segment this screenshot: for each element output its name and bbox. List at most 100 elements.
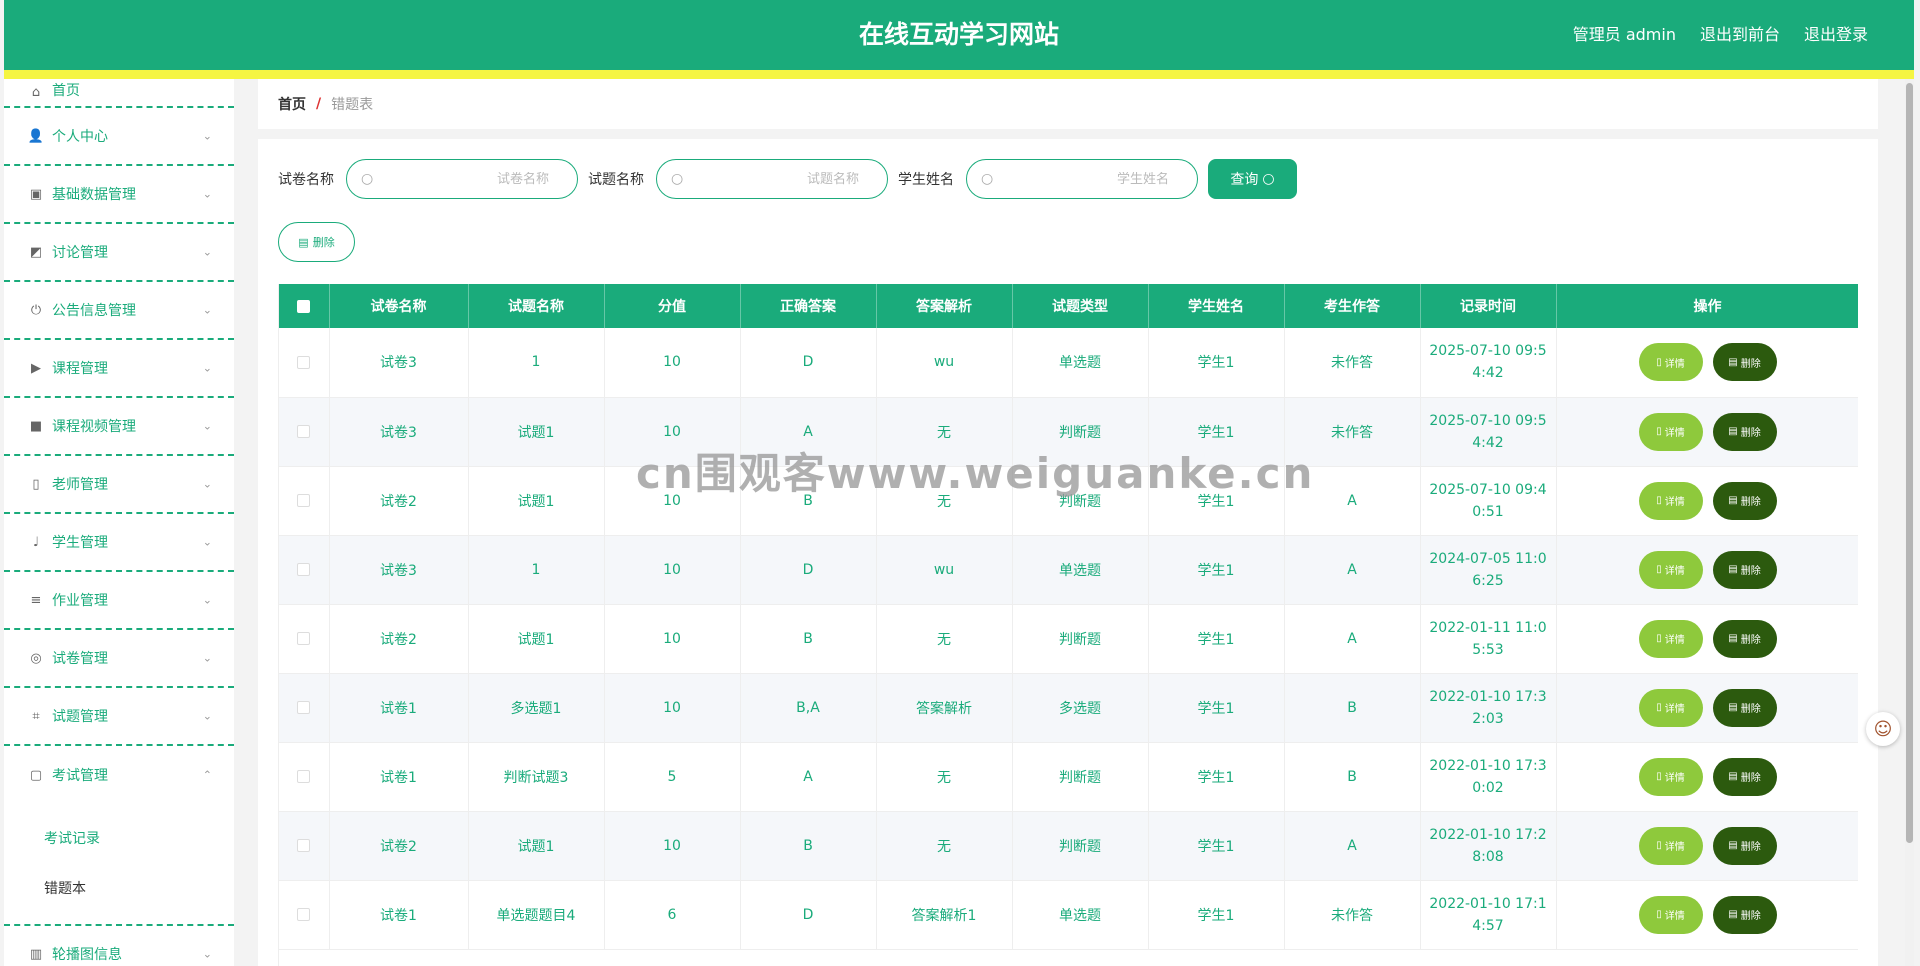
sidebar-item-basic-data[interactable]: ▣ 基础数据管理 ⌄ xyxy=(4,166,234,224)
breadcrumb-separator: / xyxy=(316,96,322,112)
user-icon: 👤 xyxy=(27,128,45,144)
table-cell-paper: 试卷2 xyxy=(329,604,469,674)
chevron-up-icon: ⌃ xyxy=(202,768,212,782)
column-header[interactable]: 学生姓名 xyxy=(1148,284,1285,328)
student-name-input[interactable] xyxy=(993,171,1183,187)
sidebar-item-paper[interactable]: ◎ 试卷管理 ⌄ xyxy=(4,630,234,688)
sidebar-item-question[interactable]: ⌗ 试题管理 ⌄ xyxy=(4,688,234,746)
delete-button[interactable]: ▤ 删除 xyxy=(1712,619,1777,658)
sidebar-item-label: 首页 xyxy=(52,83,80,99)
detail-button[interactable]: ▯ 详情 xyxy=(1638,412,1703,451)
sidebar-item-discussion[interactable]: ◩ 讨论管理 ⌄ xyxy=(4,224,234,282)
header-accent-bar xyxy=(4,70,1914,79)
delete-button[interactable]: ▤ 删除 xyxy=(1712,688,1777,727)
sidebar-item-announcement[interactable]: ⏻ 公告信息管理 ⌄ xyxy=(4,282,234,340)
table-cell-answer: B xyxy=(740,604,877,674)
column-header[interactable]: 考生作答 xyxy=(1284,284,1421,328)
column-header[interactable]: 记录时间 xyxy=(1420,284,1557,328)
delete-button[interactable]: ▤ 删除 xyxy=(1712,481,1777,520)
table-cell-question: 单选题题目4 xyxy=(468,880,605,950)
submenu-item-wrong-questions[interactable]: 错题本 xyxy=(4,864,234,914)
sidebar-item-exam[interactable]: ▢ 考试管理 ⌃ xyxy=(4,746,234,804)
sidebar-item-teacher[interactable]: ▯ 老师管理 ⌄ xyxy=(4,456,234,514)
detail-button[interactable]: ▯ 详情 xyxy=(1638,550,1703,589)
row-checkbox[interactable] xyxy=(297,770,311,783)
trash-icon: ▤ xyxy=(1728,426,1738,437)
row-actions-cell: ▯ 详情 ▤ 删除 xyxy=(1556,328,1858,398)
sidebar-item-label: 课程管理 xyxy=(52,361,108,377)
sidebar-item-label: 作业管理 xyxy=(52,593,108,609)
search-form: 试卷名称 ○ 试题名称 ○ 学生姓名 ○ 查询 ○ xyxy=(278,159,1297,199)
select-all-checkbox[interactable] xyxy=(297,299,311,313)
column-header[interactable]: 试卷名称 xyxy=(329,284,469,328)
logout-link[interactable]: 退出登录 xyxy=(1804,0,1868,70)
detail-button[interactable]: ▯ 详情 xyxy=(1638,757,1703,796)
sidebar-item-personal-center[interactable]: 👤 个人中心 ⌄ xyxy=(4,108,234,166)
detail-button-label: 详情 xyxy=(1664,497,1685,508)
delete-button[interactable]: ▤ 删除 xyxy=(1712,550,1777,589)
column-header[interactable]: 试题名称 xyxy=(468,284,605,328)
table-cell-question: 判断试题3 xyxy=(468,742,605,812)
detail-button-label: 详情 xyxy=(1664,842,1685,853)
detail-button[interactable]: ▯ 详情 xyxy=(1638,619,1703,658)
admin-user-link[interactable]: 管理员 admin xyxy=(1573,0,1676,70)
table-header-row: 试卷名称 试题名称 分值 正确答案 答案解析 试题类型 学生姓名 考生作答 记录… xyxy=(279,284,1858,328)
row-checkbox[interactable] xyxy=(297,425,311,438)
row-checkbox[interactable] xyxy=(297,839,311,852)
delete-button-label: 删除 xyxy=(1740,566,1761,577)
chevron-down-icon: ⌄ xyxy=(202,245,212,259)
table-cell-time: 2025-07-10 09:5 4:42 xyxy=(1420,328,1557,398)
delete-button[interactable]: ▤ 删除 xyxy=(1712,757,1777,796)
sidebar-item-course[interactable]: ▶ 课程管理 ⌄ xyxy=(4,340,234,398)
row-checkbox[interactable] xyxy=(297,563,311,576)
table-cell-paper: 试卷3 xyxy=(329,328,469,398)
column-header[interactable]: 正确答案 xyxy=(740,284,877,328)
table-cell-paper: 试卷2 xyxy=(329,811,469,881)
detail-button[interactable]: ▯ 详情 xyxy=(1638,481,1703,520)
table-row: 试卷1 判断试题3 5 A 无判断题 学生1 B 2022-01-10 17:3 0:02 ▯ 详… xyxy=(279,742,1858,812)
row-checkbox[interactable] xyxy=(297,494,311,507)
detail-button[interactable]: ▯ 详情 xyxy=(1638,895,1703,934)
scrollbar-thumb[interactable] xyxy=(1906,83,1913,843)
sidebar-item-home[interactable]: ⌂ 首页 xyxy=(4,79,234,108)
select-all-cell xyxy=(279,284,330,328)
header-nav: 管理员 admin 退出到前台 退出登录 xyxy=(1573,0,1868,70)
row-select-cell xyxy=(279,673,330,743)
sidebar-item-course-video[interactable]: ■ 课程视频管理 ⌄ xyxy=(4,398,234,456)
page-scrollbar[interactable] xyxy=(1905,79,1914,966)
trash-icon: ▤ xyxy=(1728,356,1738,368)
question-name-input[interactable] xyxy=(683,171,873,187)
column-header[interactable]: 试题类型 xyxy=(1012,284,1149,328)
row-checkbox[interactable] xyxy=(297,355,311,369)
batch-delete-button[interactable]: ▤ 删除 xyxy=(278,222,355,262)
breadcrumb-home[interactable]: 首页 xyxy=(278,94,306,114)
detail-button[interactable]: ▯ 详情 xyxy=(1638,826,1703,865)
delete-button[interactable]: ▤ 删除 xyxy=(1712,895,1777,934)
sidebar-item-label: 学生管理 xyxy=(52,535,108,551)
row-checkbox[interactable] xyxy=(297,701,311,714)
delete-button[interactable]: ▤ 删除 xyxy=(1712,343,1777,382)
detail-button[interactable]: ▯ 详情 xyxy=(1638,688,1703,727)
chevron-down-icon: ⌄ xyxy=(202,419,212,433)
query-button[interactable]: 查询 ○ xyxy=(1208,159,1297,199)
assistant-avatar[interactable]: ☺ xyxy=(1866,712,1900,746)
delete-button[interactable]: ▤ 删除 xyxy=(1712,826,1777,865)
exit-to-front-link[interactable]: 退出到前台 xyxy=(1700,0,1780,70)
detail-button[interactable]: ▯ 详情 xyxy=(1638,343,1703,382)
detail-button-label: 详情 xyxy=(1664,358,1685,370)
delete-button[interactable]: ▤ 删除 xyxy=(1712,412,1777,451)
table-cell-answer: B xyxy=(740,466,877,536)
paper-name-input[interactable] xyxy=(373,171,563,187)
table-cell-analysis: 无 xyxy=(876,604,1013,674)
submenu-item-exam-records[interactable]: 考试记录 xyxy=(4,814,234,864)
table-cell-student: 学生1 xyxy=(1148,604,1285,674)
column-header[interactable]: 答案解析 xyxy=(876,284,1013,328)
table-cell-answer: D xyxy=(740,328,877,398)
row-checkbox[interactable] xyxy=(297,632,311,645)
sidebar-item-carousel[interactable]: ▥ 轮播图信息 ⌄ xyxy=(4,926,234,966)
sidebar-item-student[interactable]: ♩ 学生管理 ⌄ xyxy=(4,514,234,572)
camera-icon: ■ xyxy=(29,418,43,434)
row-checkbox[interactable] xyxy=(297,908,311,921)
column-header[interactable]: 分值 xyxy=(604,284,741,328)
sidebar-item-homework[interactable]: ≡ 作业管理 ⌄ xyxy=(4,572,234,630)
